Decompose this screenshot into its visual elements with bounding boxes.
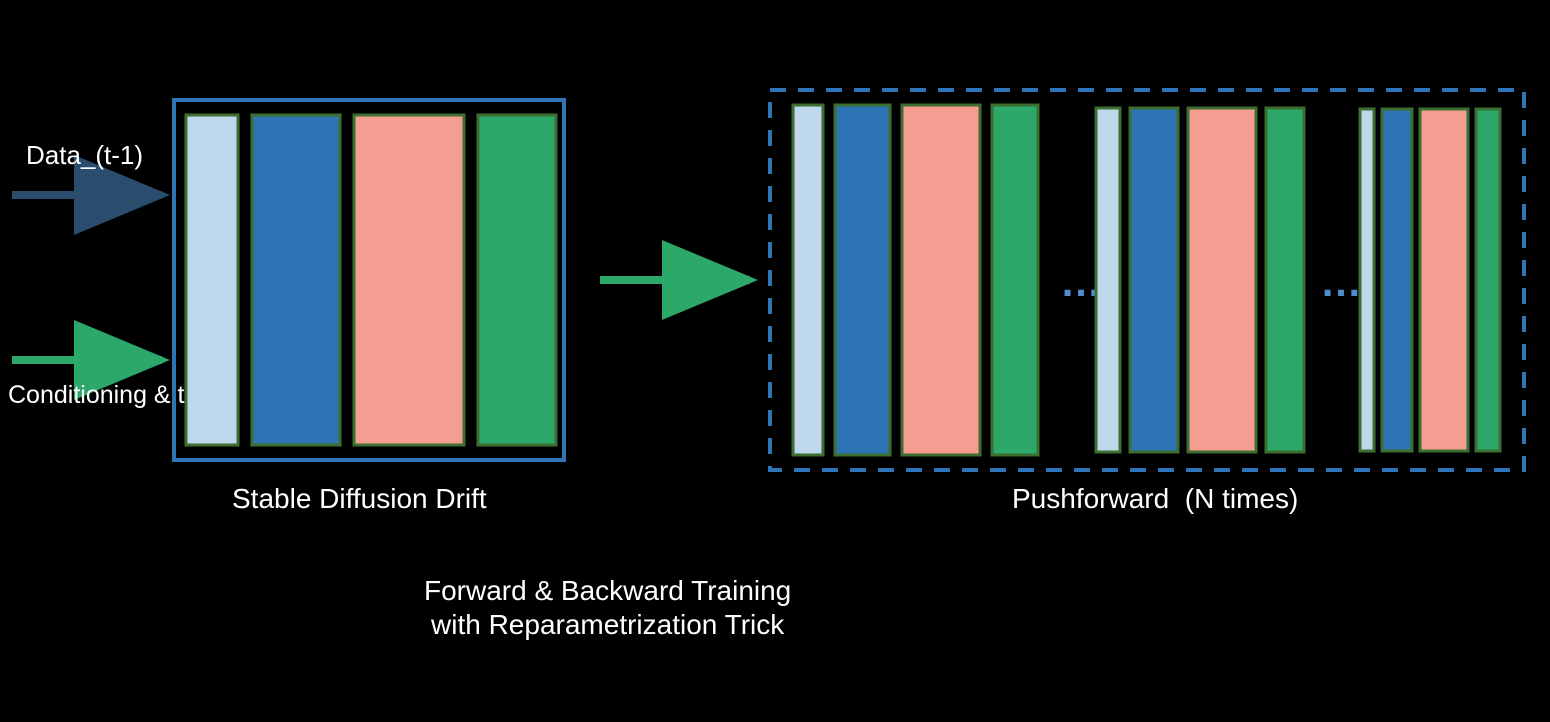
ellipsis-2: … bbox=[1320, 258, 1362, 305]
legend-cond-label: Conditioning & t bbox=[8, 380, 185, 410]
legend-data-label: Data_(t-1) bbox=[26, 140, 143, 171]
pushforward-label: Pushforward (N times) bbox=[1012, 482, 1298, 516]
bar-group-3 bbox=[1360, 109, 1500, 451]
bar-group-left bbox=[186, 115, 556, 445]
training-label: Forward & Backward Training with Reparam… bbox=[424, 574, 791, 641]
stable-diffusion-label: Stable Diffusion Drift bbox=[232, 482, 487, 516]
diagram-canvas: … … Stable Diffusion Drift Pushforward (… bbox=[0, 0, 1550, 717]
bar-group-2 bbox=[1096, 108, 1304, 452]
bar-group-1 bbox=[793, 105, 1038, 455]
